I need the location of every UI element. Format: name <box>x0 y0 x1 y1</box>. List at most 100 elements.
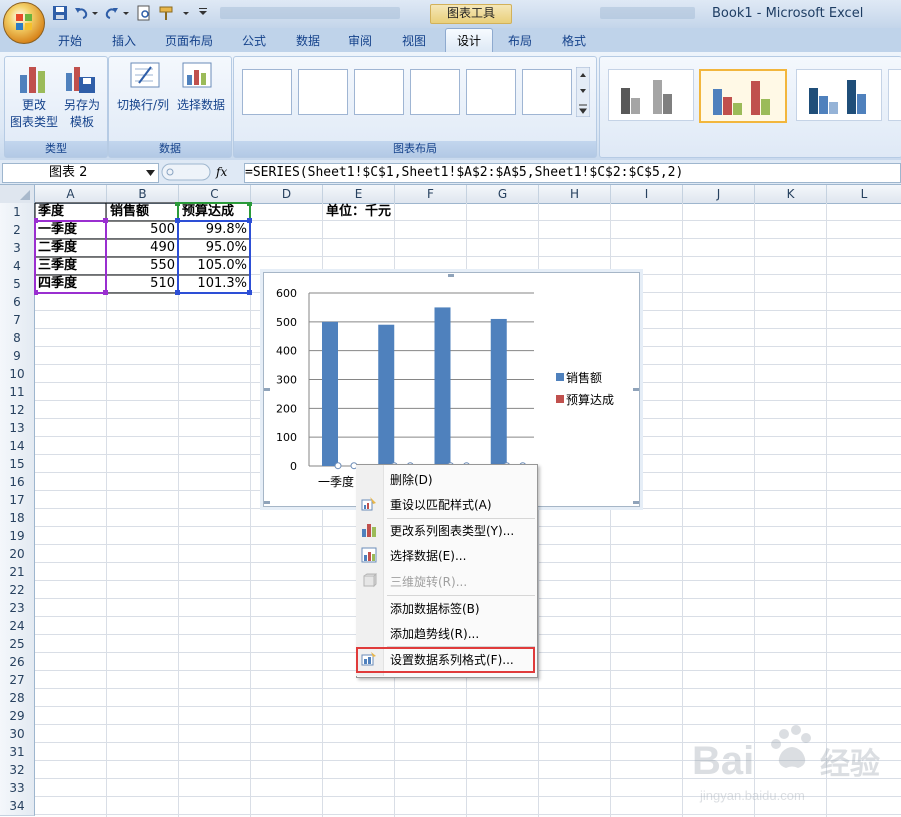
redo-icon[interactable] <box>104 5 120 21</box>
row-header-19[interactable]: 19 <box>0 527 35 546</box>
save-as-template-icon[interactable] <box>63 61 97 95</box>
row-header-26[interactable]: 26 <box>0 653 35 672</box>
undo-icon[interactable] <box>73 5 89 21</box>
menu-item-select-data[interactable]: 选择数据(E)... <box>390 547 466 565</box>
menu-item-reset-style[interactable]: 重设以匹配样式(A) <box>390 496 492 514</box>
row-header-17[interactable]: 17 <box>0 491 35 510</box>
row-header-3[interactable]: 3 <box>0 239 35 258</box>
row-header-1[interactable]: 1 <box>0 203 35 222</box>
row-header-7[interactable]: 7 <box>0 311 35 330</box>
row-header-30[interactable]: 30 <box>0 725 35 744</box>
tab-view[interactable]: 视图 <box>392 31 436 51</box>
column-header-k[interactable]: K <box>755 185 827 203</box>
menu-item-add-trendline[interactable]: 添加趋势线(R)... <box>390 625 479 643</box>
column-header-d[interactable]: D <box>251 185 323 203</box>
tab-layout[interactable]: 布局 <box>498 31 542 51</box>
insert-function-button[interactable]: fx <box>216 163 240 181</box>
row-header-27[interactable]: 27 <box>0 671 35 690</box>
row-header-4[interactable]: 4 <box>0 257 35 276</box>
column-header-l[interactable]: L <box>827 185 901 203</box>
save-as-template-button[interactable]: 另存为 模板 <box>57 97 107 131</box>
print-preview-icon[interactable] <box>136 5 152 21</box>
chart-layout-5[interactable] <box>466 69 516 115</box>
layout-gallery-scroll-icon[interactable] <box>576 67 590 117</box>
chart-style-1[interactable] <box>608 69 694 121</box>
undo-dropdown-icon[interactable] <box>91 5 99 21</box>
customize-qat-icon[interactable] <box>198 5 208 21</box>
row-header-31[interactable]: 31 <box>0 743 35 762</box>
row-header-25[interactable]: 25 <box>0 635 35 654</box>
row-header-13[interactable]: 13 <box>0 419 35 438</box>
row-header-10[interactable]: 10 <box>0 365 35 384</box>
column-header-e[interactable]: E <box>323 185 395 203</box>
row-header-15[interactable]: 15 <box>0 455 35 474</box>
column-header-f[interactable]: F <box>395 185 467 203</box>
name-box[interactable]: 图表 2 <box>2 163 159 183</box>
row-header-12[interactable]: 12 <box>0 401 35 420</box>
row-header-18[interactable]: 18 <box>0 509 35 528</box>
tab-insert[interactable]: 插入 <box>102 31 146 51</box>
select-all-button[interactable] <box>0 185 35 203</box>
save-icon[interactable] <box>52 5 68 21</box>
column-header-i[interactable]: I <box>611 185 683 203</box>
row-header-20[interactable]: 20 <box>0 545 35 564</box>
chart-style-4[interactable] <box>888 69 901 121</box>
tab-home[interactable]: 开始 <box>48 31 92 51</box>
column-header-h[interactable]: H <box>539 185 611 203</box>
legend-entry-1[interactable]: 销售额 <box>556 369 602 386</box>
formula-bar-divider-icon[interactable] <box>161 163 211 181</box>
tab-review[interactable]: 审阅 <box>338 31 382 51</box>
tab-data[interactable]: 数据 <box>286 31 330 51</box>
legend-entry-2[interactable]: 预算达成 <box>556 391 614 408</box>
row-header-21[interactable]: 21 <box>0 563 35 582</box>
tab-format[interactable]: 格式 <box>552 31 596 51</box>
row-header-24[interactable]: 24 <box>0 617 35 636</box>
column-header-a[interactable]: A <box>35 185 107 203</box>
row-header-14[interactable]: 14 <box>0 437 35 456</box>
name-box-dropdown-icon[interactable] <box>146 169 155 177</box>
menu-item-delete[interactable]: 删除(D) <box>390 471 433 489</box>
chart-layout-1[interactable] <box>242 69 292 115</box>
qat-dropdown-icon[interactable] <box>182 5 190 21</box>
chart-layout-6[interactable] <box>522 69 572 115</box>
row-header-11[interactable]: 11 <box>0 383 35 402</box>
row-header-34[interactable]: 34 <box>0 797 35 816</box>
row-header-28[interactable]: 28 <box>0 689 35 708</box>
change-chart-type-button[interactable]: 更改 图表类型 <box>7 97 61 131</box>
row-header-5[interactable]: 5 <box>0 275 35 294</box>
column-header-b[interactable]: B <box>107 185 179 203</box>
cell-e1[interactable]: 单位：千元 <box>326 203 391 221</box>
change-chart-type-icon[interactable] <box>17 61 51 95</box>
row-header-9[interactable]: 9 <box>0 347 35 366</box>
chart-style-2[interactable] <box>699 69 787 123</box>
column-header-g[interactable]: G <box>467 185 539 203</box>
column-header-c[interactable]: C <box>179 185 251 203</box>
row-header-16[interactable]: 16 <box>0 473 35 492</box>
select-data-icon[interactable] <box>181 61 213 91</box>
chart-layout-4[interactable] <box>410 69 460 115</box>
switch-row-column-icon[interactable] <box>129 61 161 91</box>
format-painter-icon[interactable] <box>158 5 178 21</box>
office-button[interactable] <box>3 2 45 44</box>
row-header-6[interactable]: 6 <box>0 293 35 312</box>
row-header-29[interactable]: 29 <box>0 707 35 726</box>
menu-item-add-data-labels[interactable]: 添加数据标签(B) <box>390 600 480 618</box>
menu-item-change-series-chart-type[interactable]: 更改系列图表类型(Y)... <box>390 522 514 540</box>
chart-style-3[interactable] <box>796 69 882 121</box>
row-header-2[interactable]: 2 <box>0 221 35 240</box>
tab-formulas[interactable]: 公式 <box>232 31 276 51</box>
tab-page-layout[interactable]: 页面布局 <box>158 31 220 51</box>
column-header-j[interactable]: J <box>683 185 755 203</box>
formula-input[interactable]: =SERIES(Sheet1!$C$1,Sheet1!$A$2:$A$5,She… <box>244 163 901 183</box>
row-header-23[interactable]: 23 <box>0 599 35 618</box>
row-header-32[interactable]: 32 <box>0 761 35 780</box>
tab-design[interactable]: 设计 <box>445 28 493 53</box>
switch-row-column-button[interactable]: 切换行/列 <box>111 97 175 114</box>
chart-layout-2[interactable] <box>298 69 348 115</box>
select-data-button[interactable]: 选择数据 <box>171 97 231 114</box>
row-header-22[interactable]: 22 <box>0 581 35 600</box>
chart-layout-3[interactable] <box>354 69 404 115</box>
row-header-33[interactable]: 33 <box>0 779 35 798</box>
row-header-8[interactable]: 8 <box>0 329 35 348</box>
redo-dropdown-icon[interactable] <box>122 5 130 21</box>
